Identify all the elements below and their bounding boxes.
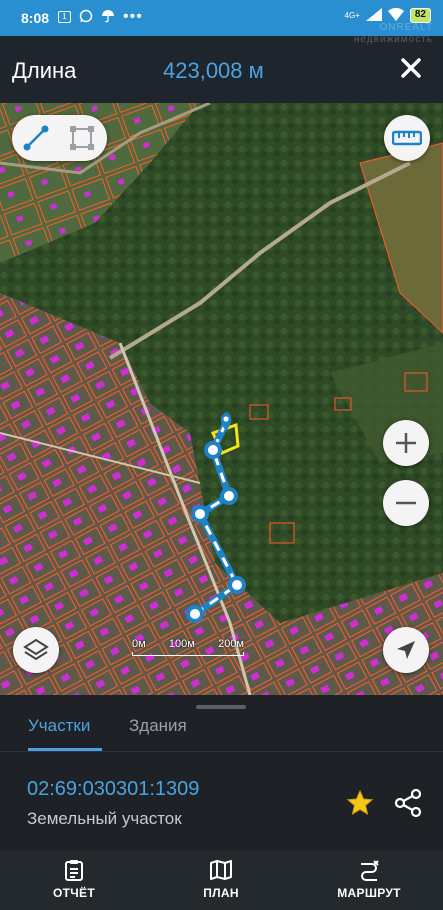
map-scale: 0м 100м 200м [132,638,244,656]
notification-badge-icon: 1 [58,11,71,23]
minus-icon [396,501,416,505]
active-tab-indicator [28,748,102,751]
measure-mode-toggle [12,115,107,161]
nav-report[interactable]: ОТЧЁТ [19,858,129,900]
parcel-type-label: Земельный участок [27,809,182,828]
wifi-icon [387,7,404,23]
area-mode-button[interactable] [64,120,100,156]
route-vertex [186,605,204,623]
route-vertex [191,505,209,523]
nav-report-label: ОТЧЁТ [53,886,95,900]
ruler-icon [392,130,422,146]
zoom-out-button[interactable] [383,480,429,526]
scale-label-100: 100м [168,638,195,650]
route-icon [361,860,379,881]
nav-route[interactable]: МАРШРУТ [314,858,424,900]
umbrella-icon [101,9,115,26]
tab-parcels[interactable]: Участки [28,716,90,736]
area-measure-icon [70,126,94,150]
scale-bar [132,652,244,656]
star-icon [346,789,374,816]
layers-button[interactable] [13,627,59,673]
tab-buildings[interactable]: Здания [129,716,187,736]
ruler-button[interactable] [384,115,430,161]
measure-length-value: 423,008 м [163,58,264,83]
status-notification-icons: 1 ••• [58,8,143,26]
bottom-navigation: ОТЧЁТ ПЛАН МАРШРУТ [0,850,443,910]
cadastral-number[interactable]: 02:69:030301:1309 [27,778,199,801]
satellite-map[interactable]: 0м 100м 200м [0,103,443,695]
whatsapp-icon [79,9,93,26]
network-type-label: 4G+ [344,11,360,20]
close-button[interactable] [397,54,425,82]
scale-label-200: 200м [218,638,244,650]
nav-route-label: МАРШРУТ [337,886,401,900]
measure-header: ONREALT недвижимость Длина 423,008 м [0,22,443,103]
scale-label-0: 0м [132,638,146,650]
measure-title: Длина [12,58,77,83]
my-location-button[interactable] [383,627,429,673]
battery-icon: 82 [409,8,431,23]
zoom-in-button[interactable] [383,420,429,466]
parcel-info-sheet: Участки Здания 02:69:030301:1309 Земельн… [0,695,443,850]
status-system-icons: 4G+ 82 [344,7,431,23]
line-mode-button[interactable] [18,120,54,156]
close-icon [401,58,421,78]
layers-icon [23,638,49,661]
share-icon [394,788,422,818]
measure-route-overlay [186,412,246,623]
signal-icon [365,8,382,23]
sheet-drag-handle[interactable] [196,705,246,709]
favorite-button[interactable] [345,788,375,818]
nav-plan[interactable]: ПЛАН [166,858,276,900]
map-plan-icon [210,860,232,880]
watermark: ONREALT недвижимость [353,22,433,45]
route-vertex [204,441,222,459]
route-vertex [220,487,238,505]
sheet-tabs: Участки Здания [0,710,443,752]
report-icon [65,860,83,881]
more-dots-icon: ••• [123,8,143,25]
plus-icon [396,433,416,453]
navigation-arrow-icon [397,641,415,659]
line-measure-icon [23,125,49,151]
route-vertex [228,576,246,594]
nav-plan-label: ПЛАН [203,886,239,900]
share-button[interactable] [394,788,422,818]
status-time: 8:08 [21,10,50,26]
